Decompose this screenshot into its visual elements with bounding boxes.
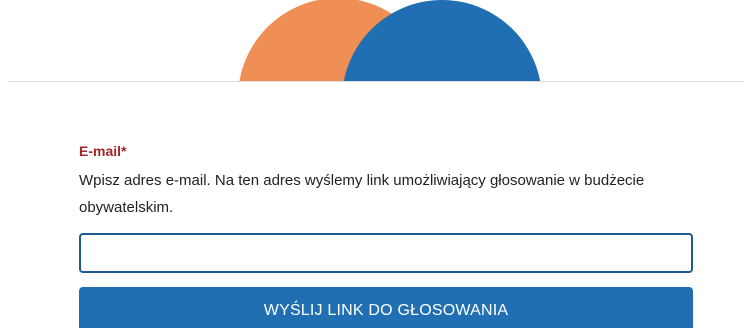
header-divider [8, 81, 743, 82]
budget-logo-icon [239, 0, 541, 81]
email-input[interactable] [79, 233, 693, 273]
email-help-text: Wpisz adres e-mail. Na ten adres wyślemy… [79, 172, 645, 216]
send-voting-link-button[interactable]: WYŚLIJ LINK DO GŁOSOWANIA [79, 287, 693, 328]
email-form: E-mail* Wpisz adres e-mail. Na ten adres… [79, 142, 693, 328]
page: E-mail* Wpisz adres e-mail. Na ten adres… [0, 0, 751, 328]
email-label: E-mail* [79, 143, 126, 159]
required-marker: * [121, 143, 127, 159]
email-label-text: E-mail [79, 143, 122, 159]
